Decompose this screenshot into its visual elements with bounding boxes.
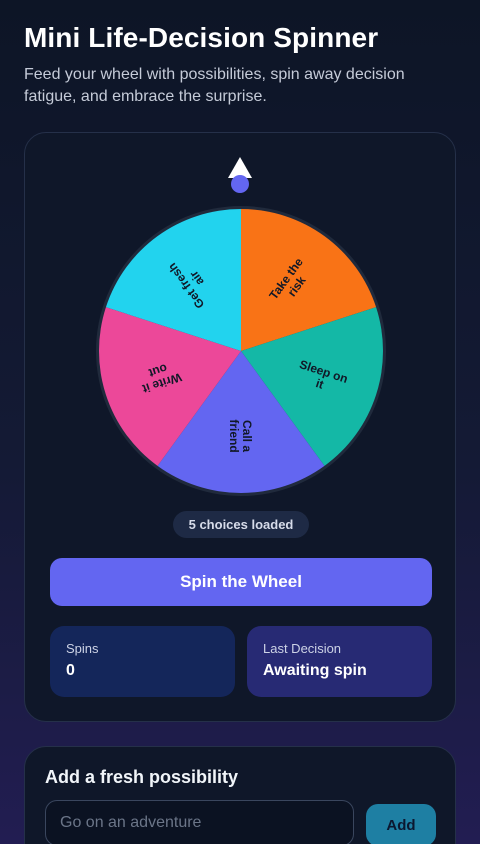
add-choice-card: Add a fresh possibility Add xyxy=(24,746,456,844)
add-choice-title: Add a fresh possibility xyxy=(45,767,239,787)
wheel-card: Take therisk Sleep onit Call afriend Write … xyxy=(24,132,456,722)
page-subtitle: Feed your wheel with possibilities, spin… xyxy=(24,66,405,105)
spins-stat-card: Spins 0 xyxy=(50,626,235,697)
last-decision-value: Awaiting spin xyxy=(263,662,367,679)
last-decision-card: Last Decision Awaiting spin xyxy=(247,626,432,697)
spins-value: 0 xyxy=(66,662,75,679)
spin-button[interactable]: Spin the Wheel xyxy=(50,558,432,606)
wheel-pointer xyxy=(228,157,252,195)
wheel-segment-label: Call afriend xyxy=(227,419,254,452)
add-button[interactable]: Add xyxy=(366,804,436,844)
last-decision-label: Last Decision xyxy=(263,641,342,656)
spins-label: Spins xyxy=(66,641,99,656)
decision-wheel[interactable]: Take theriskSleep onitCall afriendWrite … xyxy=(95,205,387,497)
choice-input[interactable] xyxy=(45,800,354,844)
pointer-dot xyxy=(231,175,249,193)
page-title: Mini Life-Decision Spinner xyxy=(24,22,379,53)
choices-count-badge: 5 choices loaded xyxy=(173,511,309,538)
